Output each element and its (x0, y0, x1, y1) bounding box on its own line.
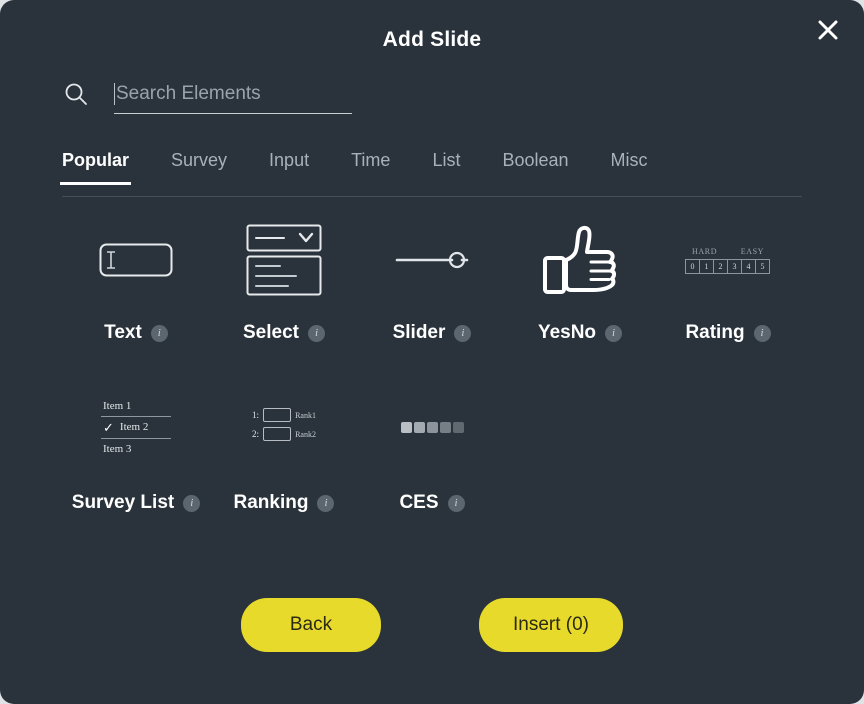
element-card-yesno[interactable]: YesNo i (506, 214, 654, 344)
ranking-icon: 1: Rank1 2: Rank2 (210, 386, 358, 468)
survey-list-item-label: Item 3 (103, 442, 132, 455)
element-grid: Text i Select i Slider i YesNo i HARD EA… (62, 214, 806, 514)
survey-list-icon: Item 1 ✓ Item 2 Item 3 (62, 386, 210, 468)
element-label: Survey List (71, 492, 175, 513)
rating-right-label: EASY (740, 246, 764, 256)
element-card-rating[interactable]: HARD EASY 0 1 2 3 4 5 Rating i (654, 214, 802, 344)
info-icon[interactable]: i (753, 324, 771, 342)
element-label-row: CES i (399, 492, 465, 514)
rating-cell: 5 (755, 258, 770, 274)
info-icon[interactable]: i (447, 494, 465, 512)
element-label: Select (243, 322, 299, 343)
ces-swatch (452, 421, 464, 433)
text-field-icon (62, 214, 210, 306)
survey-list-item: Item 1 (101, 396, 171, 417)
tab-misc[interactable]: Misc (611, 150, 648, 184)
tab-time[interactable]: Time (351, 150, 390, 184)
element-label-row: Rating i (685, 322, 771, 344)
ranking-number: 1: (252, 410, 260, 420)
element-card-ces[interactable]: CES i (358, 386, 506, 514)
slider-icon (358, 214, 506, 306)
insert-button[interactable]: Insert (0) (478, 598, 624, 652)
rating-cell: 3 (727, 258, 742, 274)
element-label-row: Select i (243, 322, 325, 344)
rating-scale-icon: HARD EASY 0 1 2 3 4 5 (654, 214, 802, 306)
ranking-box (263, 427, 292, 441)
search-bar (62, 74, 352, 114)
info-icon[interactable]: i (183, 494, 201, 512)
element-label: Slider (392, 322, 446, 343)
thumbs-up-icon (506, 214, 654, 306)
ces-scale-icon (358, 386, 506, 468)
rating-scale-cells: 0 1 2 3 4 5 (685, 258, 770, 274)
check-icon: ✓ (103, 419, 114, 435)
tab-list[interactable]: List (432, 150, 460, 184)
tab-boolean[interactable]: Boolean (502, 150, 568, 184)
footer-actions: Back Insert (0) (0, 598, 864, 652)
survey-list-item-label: Item 1 (103, 399, 132, 412)
element-card-survey-list[interactable]: Item 1 ✓ Item 2 Item 3 Survey List i (62, 386, 210, 514)
rating-cell: 1 (699, 258, 714, 274)
ranking-box (263, 408, 292, 422)
ranking-label: Rank1 (295, 410, 316, 420)
info-icon[interactable]: i (150, 324, 168, 342)
survey-list-item-selected: ✓ Item 2 (101, 417, 171, 439)
tab-popular[interactable]: Popular (59, 150, 132, 185)
element-label-row: Text i (104, 322, 168, 344)
search-field[interactable] (114, 75, 352, 114)
rating-cell: 2 (713, 258, 728, 274)
tab-input[interactable]: Input (269, 150, 309, 184)
search-input[interactable] (115, 82, 352, 105)
ces-swatch (413, 421, 425, 433)
info-icon[interactable]: i (317, 494, 335, 512)
element-label-row: YesNo i (537, 322, 623, 344)
element-label-row: Survey List i (71, 492, 201, 514)
info-icon[interactable]: i (307, 324, 325, 342)
survey-list-item-label: Item 2 (119, 421, 149, 433)
dropdown-select-icon (210, 214, 358, 306)
page-title: Add Slide (382, 28, 482, 51)
survey-list-item: Item 3 (101, 439, 171, 459)
text-caret (114, 82, 115, 105)
element-card-text[interactable]: Text i (62, 214, 210, 344)
rating-scale-headers: HARD EASY (689, 247, 767, 256)
tab-survey[interactable]: Survey (171, 150, 227, 184)
element-row: Text i Select i Slider i YesNo i HARD EA… (62, 214, 806, 344)
info-icon[interactable]: i (605, 324, 623, 342)
element-label-row: Ranking i (234, 492, 335, 514)
add-slide-modal: Add Slide Popular Survey Input Time List… (0, 0, 864, 704)
element-card-ranking[interactable]: 1: Rank1 2: Rank2 Ranking i (210, 386, 358, 514)
rating-cell: 0 (685, 258, 700, 274)
ranking-label: Rank2 (295, 429, 316, 439)
ranking-row: 2: Rank2 (252, 427, 316, 441)
rating-cell: 4 (741, 258, 756, 274)
element-card-slider[interactable]: Slider i (358, 214, 506, 344)
element-label: Rating (685, 322, 745, 343)
ranking-number: 2: (252, 429, 260, 439)
ranking-row: 1: Rank1 (252, 408, 316, 422)
ces-swatch (426, 421, 438, 433)
element-label: Ranking (233, 492, 309, 513)
element-label: YesNo (537, 322, 597, 343)
element-label: CES (399, 492, 439, 513)
element-row: Item 1 ✓ Item 2 Item 3 Survey List i 1: … (62, 386, 806, 514)
element-label: Text (104, 322, 142, 343)
element-card-select[interactable]: Select i (210, 214, 358, 344)
back-button[interactable]: Back (240, 598, 381, 652)
rating-left-label: HARD (692, 246, 718, 256)
search-icon (62, 80, 90, 108)
info-icon[interactable]: i (454, 324, 472, 342)
element-label-row: Slider i (393, 322, 472, 344)
ces-swatch (400, 421, 412, 433)
ces-swatch (439, 421, 451, 433)
category-tabs: Popular Survey Input Time List Boolean M… (59, 150, 802, 197)
